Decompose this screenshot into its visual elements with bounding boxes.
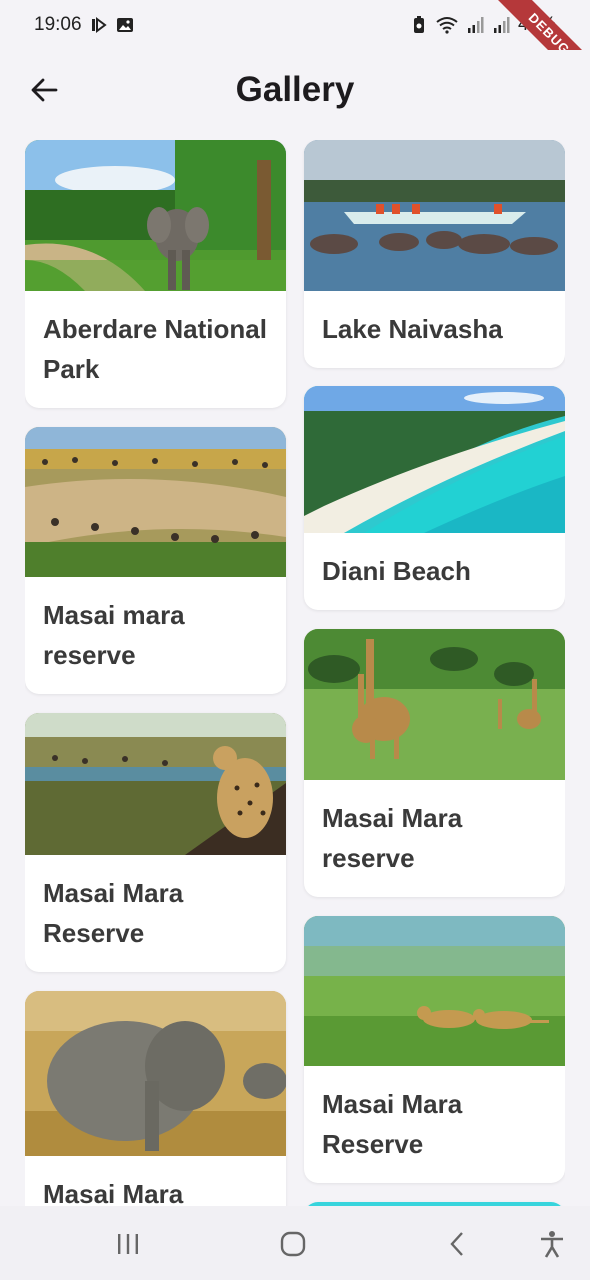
- media-output-icon: [91, 17, 107, 33]
- card-title: Masai Mara: [43, 1179, 184, 1206]
- card-title: Masai Mara reserve: [322, 803, 463, 873]
- accessibility-button[interactable]: [536, 1228, 568, 1260]
- arrow-left-icon: [31, 78, 58, 102]
- back-button[interactable]: [26, 72, 62, 108]
- battery-percent: 49%: [517, 14, 556, 35]
- gallery-card[interactable]: Masai Mara reserve: [304, 629, 565, 897]
- card-title: Aberdare National Park: [43, 314, 267, 384]
- card-title: Diani Beach: [322, 556, 471, 586]
- cheetahs-grassland-photo: [304, 916, 565, 1066]
- gallery-notification-icon: [116, 18, 133, 32]
- card-title: Lake Naivasha: [322, 314, 503, 344]
- gallery-grid: Aberdare National Park Masai mara reserv…: [25, 140, 565, 1206]
- gallery-card[interactable]: Masai Mara Reserve: [25, 713, 286, 972]
- card-title: Masai Mara Reserve: [43, 878, 184, 948]
- gallery-card[interactable]: Masai Mara Reserve: [304, 916, 565, 1183]
- card-title: Masai mara reserve: [43, 600, 185, 670]
- recents-icon: [118, 1234, 138, 1254]
- chevron-left-icon: [450, 1232, 463, 1256]
- status-right: 49%: [410, 14, 556, 36]
- wildebeest-migration-photo: [25, 427, 286, 577]
- elephant-road-photo: [25, 140, 286, 291]
- gallery-card[interactable]: Lake Naivasha: [304, 140, 565, 368]
- page-title: Gallery: [235, 70, 355, 109]
- lake-boat-hippos-photo: [304, 140, 565, 291]
- elephant-grassland-photo: [25, 991, 286, 1156]
- home-icon: [280, 1231, 306, 1257]
- system-nav-bar: [0, 1206, 590, 1280]
- signal-icon-1: [467, 17, 484, 33]
- app-bar: Gallery: [0, 50, 590, 130]
- nav-back-button[interactable]: [442, 1228, 474, 1260]
- gallery-card[interactable]: Diani Beach: [304, 386, 565, 610]
- beach-coastline-photo: [304, 386, 565, 533]
- battery-saver-icon: [413, 16, 424, 33]
- gallery-card[interactable]: Masai Mara: [25, 991, 286, 1206]
- status-time: 19:06: [34, 14, 82, 35]
- giraffes-savanna-photo: [304, 629, 565, 780]
- recents-button[interactable]: [112, 1228, 144, 1260]
- leopard-plains-photo: [25, 713, 286, 855]
- home-button[interactable]: [277, 1228, 309, 1260]
- card-title: Masai Mara Reserve: [322, 1089, 463, 1159]
- gallery-card[interactable]: Aberdare National Park: [25, 140, 286, 408]
- wifi-icon: [436, 17, 458, 34]
- gallery-card[interactable]: Masai mara reserve: [25, 427, 286, 694]
- accessibility-icon: [541, 1231, 563, 1258]
- status-left: 19:06: [34, 14, 134, 36]
- signal-icon-2: [493, 17, 510, 33]
- status-bar: 19:06 49%: [0, 0, 590, 50]
